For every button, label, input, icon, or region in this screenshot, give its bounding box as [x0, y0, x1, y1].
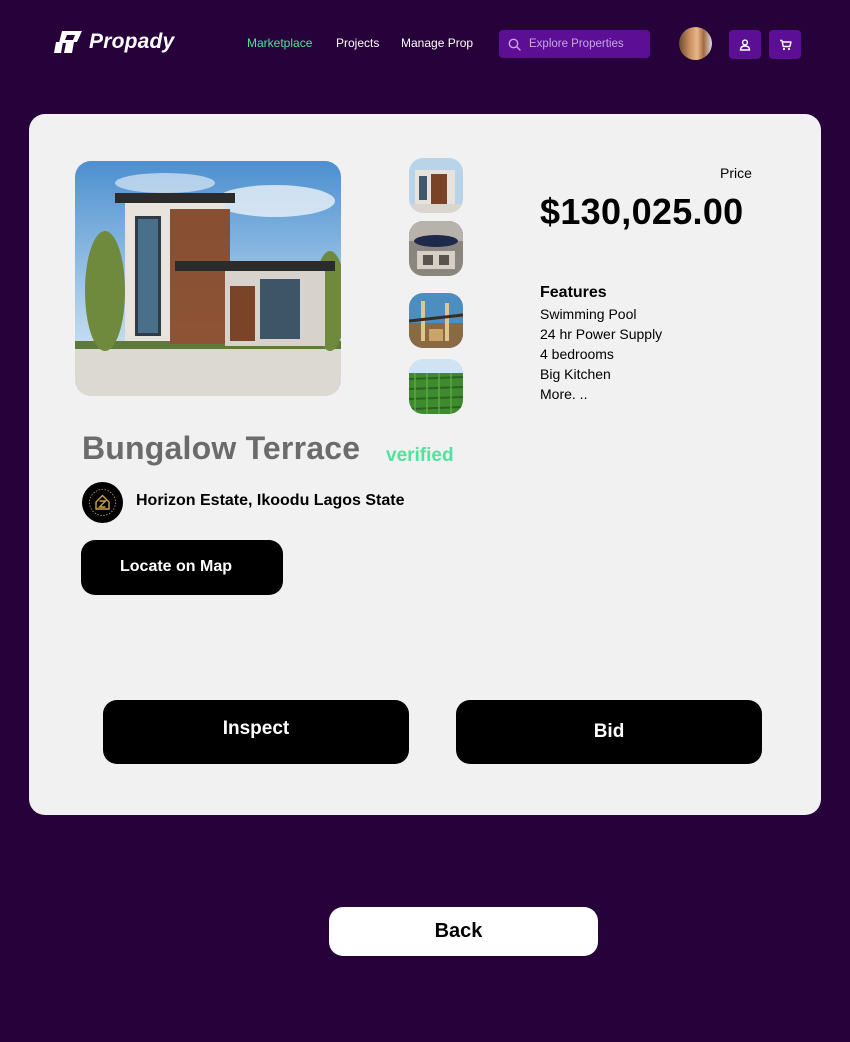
feature-item: Big Kitchen [540, 366, 611, 382]
property-main-photo[interactable] [75, 161, 341, 396]
price-label: Price [720, 165, 752, 181]
bid-button-label: Bid [593, 721, 625, 742]
user-icon [739, 38, 751, 51]
search-bar[interactable]: Explore Properties [499, 30, 650, 58]
profile-button[interactable] [729, 30, 761, 59]
thumbnail-3[interactable] [409, 293, 463, 348]
avatar[interactable] [679, 27, 712, 60]
features-title: Features [540, 284, 607, 301]
brand-logo[interactable]: Propady [53, 30, 174, 54]
inspect-button[interactable]: Inspect [103, 700, 409, 764]
property-card: Price $130,025.00 Features Swimming Pool… [29, 114, 821, 815]
nav-projects[interactable]: Projects [336, 36, 379, 50]
nav-marketplace[interactable]: Marketplace [247, 36, 312, 50]
bid-button[interactable]: Bid [456, 700, 762, 764]
search-icon [508, 38, 521, 51]
feature-item: 4 bedrooms [540, 346, 614, 362]
cart-button[interactable] [769, 30, 801, 59]
property-location: Horizon Estate, Ikoodu Lagos State [136, 492, 405, 509]
logo-text: Propady [89, 30, 175, 53]
features-more-link[interactable]: More. .. [540, 384, 662, 404]
feature-item: 24 hr Power Supply [540, 326, 663, 342]
thumbnail-4[interactable] [409, 359, 463, 414]
verified-badge: verified [386, 445, 454, 466]
nav-manage-prop[interactable]: Manage Prop [401, 36, 473, 50]
back-button-label: Back [434, 920, 483, 942]
logo-icon [53, 30, 83, 54]
features-list: Swimming Pool 24 hr Power Supply 4 bedro… [540, 304, 662, 404]
locate-on-map-button[interactable]: Locate on Map [81, 540, 283, 595]
thumbnail-1[interactable] [409, 158, 463, 213]
property-title: Bungalow Terrace [82, 430, 361, 466]
cart-icon [779, 39, 792, 51]
price-value: $130,025.00 [540, 191, 744, 232]
inspect-button-label: Inspect [222, 718, 290, 739]
developer-logo [82, 482, 123, 523]
thumbnail-2[interactable] [409, 221, 463, 276]
search-input[interactable]: Explore Properties [529, 38, 624, 50]
feature-item: Swimming Pool [540, 306, 637, 322]
back-button[interactable]: Back [329, 907, 598, 956]
